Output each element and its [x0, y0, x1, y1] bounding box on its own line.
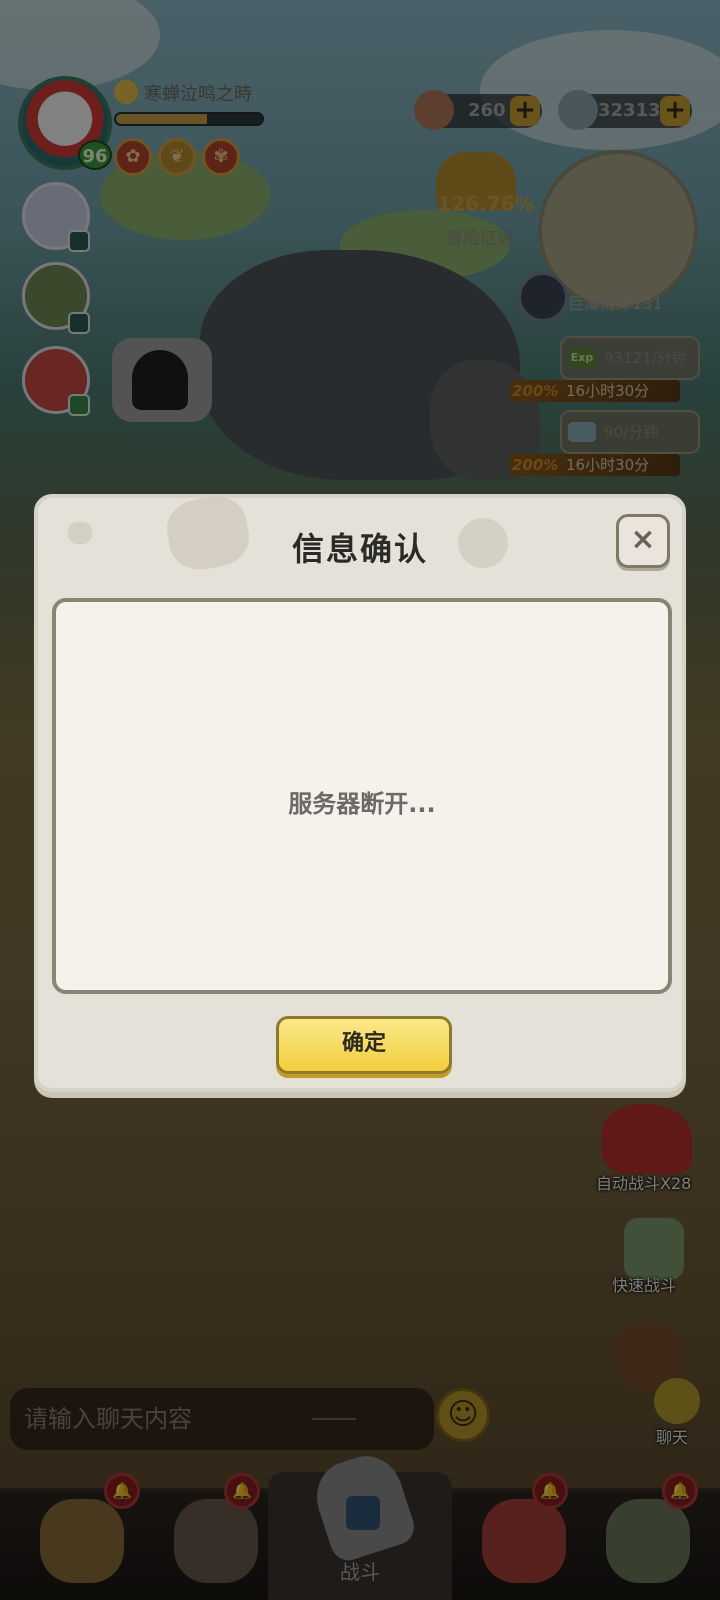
dialog-content-panel: 服务器断开...	[52, 598, 672, 994]
close-button[interactable]: ×	[616, 514, 670, 568]
dialog-title: 信息确认	[291, 530, 428, 568]
dialog-message: 服务器断开...	[288, 790, 436, 818]
confirm-dialog: 信息确认 × 服务器断开... 确定	[34, 491, 686, 1092]
confirm-button[interactable]: 确定	[276, 1016, 452, 1074]
